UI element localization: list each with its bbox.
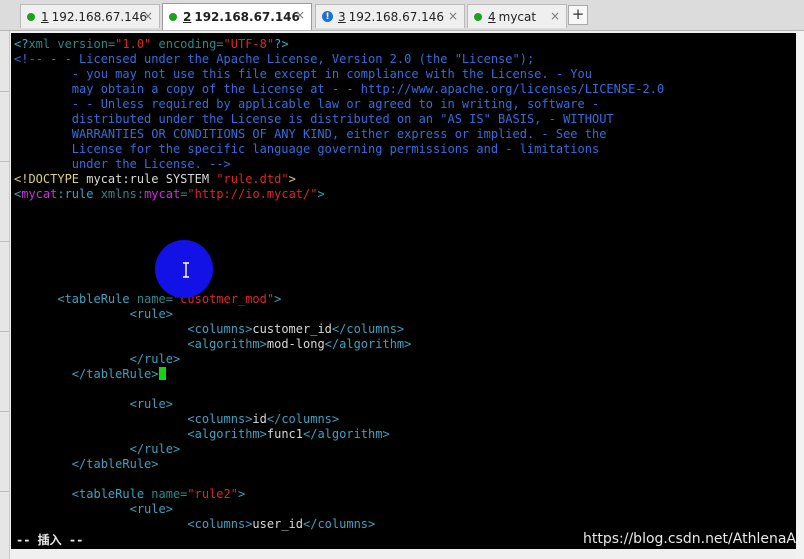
session-tab-1[interactable]: 1 192.168.67.146 × — [20, 4, 160, 28]
vim-mode-status: -- 插入 -- — [16, 533, 84, 547]
code-line: <rule> — [14, 502, 173, 516]
doctype-line: <!DOCTYPE mycat:rule SYSTEM "rule.dtd"> — [14, 172, 296, 186]
tab-number: 2 — [183, 10, 192, 24]
tab-number: 3 — [338, 9, 346, 24]
comment-line: - - Unless required by applicable law or… — [14, 97, 600, 111]
close-tab-icon[interactable]: × — [143, 9, 153, 23]
code-line: <algorithm>func1</algorithm> — [14, 427, 390, 441]
tab-label: 192.168.67.146 — [348, 9, 445, 24]
comment-line: distributed under the License is distrib… — [14, 112, 614, 126]
comment-line: <!-- - - Licensed under the Apache Licen… — [14, 52, 535, 66]
code-line: <mycat:rule xmlns:mycat="http://io.mycat… — [14, 187, 325, 201]
comment-line: under the License. --> — [14, 157, 231, 171]
watermark-text: https://blog.csdn.net/AthlenaA — [583, 531, 796, 547]
code-line: </tableRule> — [14, 367, 166, 382]
code-line: <columns>id</columns> — [14, 412, 340, 426]
code-line: <tableRule name="cusotmer_mod"> — [14, 292, 282, 306]
new-tab-button[interactable]: + — [568, 5, 588, 25]
code-line: </rule> — [14, 352, 181, 366]
connected-status-icon — [474, 12, 482, 21]
text-cursor-icon — [183, 262, 189, 278]
session-tab-2[interactable]: 2 192.168.67.146 × — [162, 3, 312, 30]
comment-line: License for the specific language govern… — [14, 142, 600, 156]
terminal-screen[interactable]: <?xml version="1.0" encoding="UTF-8"?> <… — [11, 33, 796, 549]
code-line: <columns>user_id</columns> — [14, 517, 376, 531]
text-cursor — [158, 367, 166, 380]
comment-line: may obtain a copy of the License at - - … — [14, 82, 665, 96]
right-panel-edge — [796, 31, 804, 559]
code-line: <rule> — [14, 307, 173, 321]
code-line: </rule> — [14, 442, 181, 456]
warning-status-icon: ! — [322, 11, 333, 22]
tab-number: 1 — [41, 9, 49, 24]
session-tab-3[interactable]: ! 3 192.168.67.146 × — [315, 4, 465, 28]
tab-label: 192.168.67.146 — [51, 9, 148, 24]
code-line: </tableRule> — [14, 457, 159, 471]
session-tab-4[interactable]: 4 mycat × — [467, 4, 567, 28]
code-line: <?xml version="1.0" encoding="UTF-8"?> — [14, 37, 289, 51]
session-tab-bar: 1 192.168.67.146 × 2 192.168.67.146 × ! … — [0, 0, 804, 31]
code-line: <algorithm>mod-long</algorithm> — [14, 337, 412, 351]
comment-line: - you may not use this file except in co… — [14, 67, 592, 81]
code-line: <columns>customer_id</columns> — [14, 322, 405, 336]
tab-label: 192.168.67.146 — [194, 10, 300, 24]
left-panel-edge — [0, 31, 10, 559]
comment-line: WARRANTIES OR CONDITIONS OF ANY KIND, ei… — [14, 127, 607, 141]
close-tab-icon[interactable]: × — [295, 8, 305, 22]
tab-number: 4 — [488, 9, 496, 24]
connected-status-icon — [27, 12, 35, 21]
code-line: <tableRule name="rule2"> — [14, 487, 246, 501]
connected-status-icon — [169, 13, 177, 21]
close-tab-icon[interactable]: × — [448, 9, 458, 23]
code-line: <rule> — [14, 397, 173, 411]
close-tab-icon[interactable]: × — [550, 9, 560, 23]
tab-label: mycat — [498, 9, 537, 24]
